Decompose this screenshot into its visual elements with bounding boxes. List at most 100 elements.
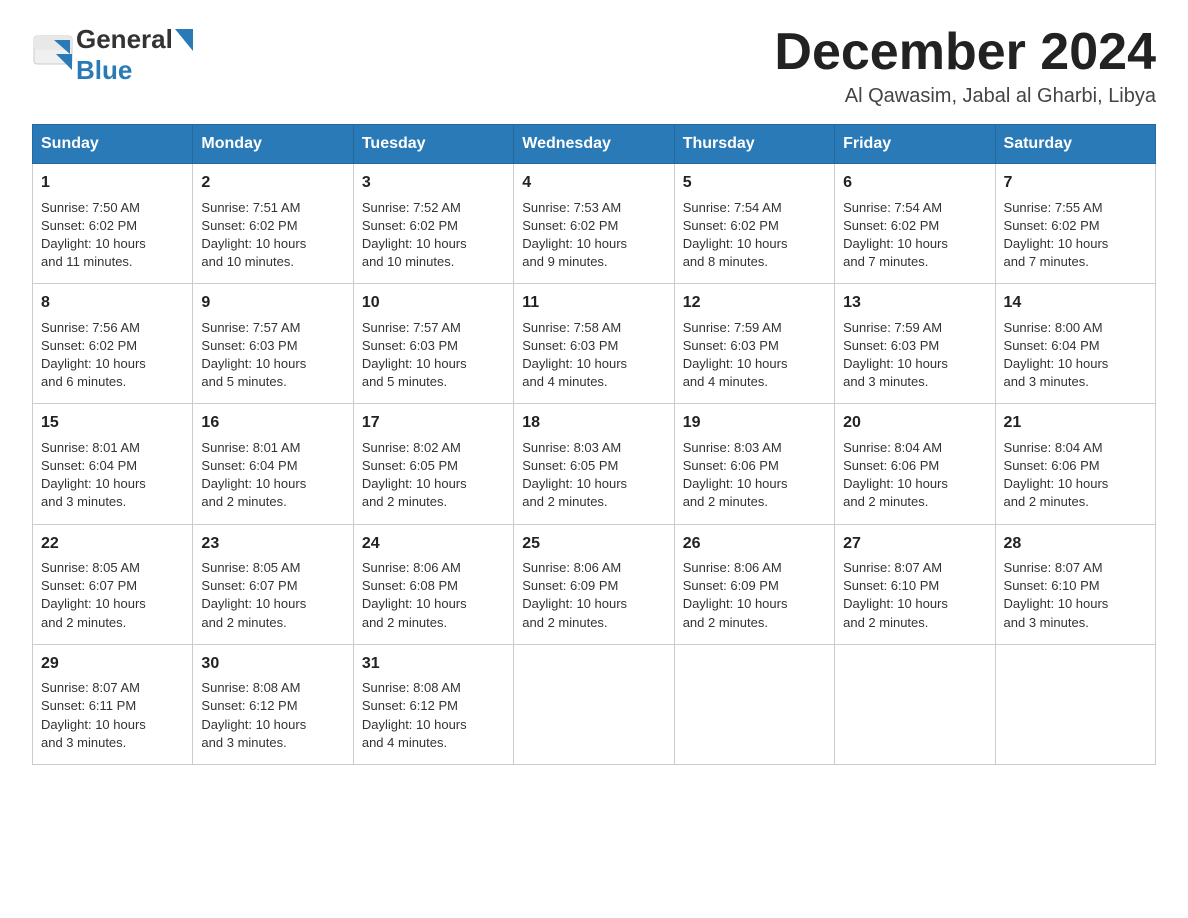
daylight-minutes: and 8 minutes.: [683, 254, 768, 269]
calendar-week-row: 15 Sunrise: 8:01 AM Sunset: 6:04 PM Dayl…: [33, 404, 1156, 524]
day-number: 18: [522, 412, 665, 434]
calendar-cell: 28 Sunrise: 8:07 AM Sunset: 6:10 PM Dayl…: [995, 524, 1155, 644]
sunset-label: Sunset: 6:06 PM: [843, 458, 939, 473]
calendar-table: SundayMondayTuesdayWednesdayThursdayFrid…: [32, 124, 1156, 765]
daylight-minutes: and 3 minutes.: [201, 735, 286, 750]
sunrise-label: Sunrise: 8:05 AM: [201, 560, 300, 575]
calendar-cell: 3 Sunrise: 7:52 AM Sunset: 6:02 PM Dayli…: [353, 164, 513, 284]
calendar-cell: 23 Sunrise: 8:05 AM Sunset: 6:07 PM Dayl…: [193, 524, 353, 644]
daylight-label: Daylight: 10 hours: [683, 236, 788, 251]
sunrise-label: Sunrise: 8:03 AM: [522, 440, 621, 455]
calendar-cell: [514, 644, 674, 764]
calendar-cell: 10 Sunrise: 7:57 AM Sunset: 6:03 PM Dayl…: [353, 284, 513, 404]
daylight-label: Daylight: 10 hours: [362, 236, 467, 251]
logo: General Blue: [32, 24, 194, 86]
daylight-minutes: and 3 minutes.: [1004, 374, 1089, 389]
daylight-minutes: and 2 minutes.: [362, 615, 447, 630]
calendar-week-row: 29 Sunrise: 8:07 AM Sunset: 6:11 PM Dayl…: [33, 644, 1156, 764]
day-number: 1: [41, 172, 184, 194]
day-number: 20: [843, 412, 986, 434]
calendar-cell: 1 Sunrise: 7:50 AM Sunset: 6:02 PM Dayli…: [33, 164, 193, 284]
daylight-minutes: and 9 minutes.: [522, 254, 607, 269]
sunrise-label: Sunrise: 8:04 AM: [843, 440, 942, 455]
daylight-label: Daylight: 10 hours: [201, 236, 306, 251]
daylight-minutes: and 7 minutes.: [1004, 254, 1089, 269]
daylight-label: Daylight: 10 hours: [522, 236, 627, 251]
sunrise-label: Sunrise: 8:06 AM: [522, 560, 621, 575]
sunset-label: Sunset: 6:02 PM: [41, 218, 137, 233]
daylight-minutes: and 3 minutes.: [1004, 615, 1089, 630]
sunset-label: Sunset: 6:05 PM: [522, 458, 618, 473]
daylight-label: Daylight: 10 hours: [1004, 356, 1109, 371]
sunrise-label: Sunrise: 8:06 AM: [683, 560, 782, 575]
sunset-label: Sunset: 6:10 PM: [843, 578, 939, 593]
day-number: 16: [201, 412, 344, 434]
day-number: 8: [41, 292, 184, 314]
sunset-label: Sunset: 6:04 PM: [1004, 338, 1100, 353]
daylight-label: Daylight: 10 hours: [201, 717, 306, 732]
day-number: 6: [843, 172, 986, 194]
calendar-cell: 15 Sunrise: 8:01 AM Sunset: 6:04 PM Dayl…: [33, 404, 193, 524]
day-number: 30: [201, 653, 344, 675]
daylight-minutes: and 2 minutes.: [522, 615, 607, 630]
calendar-cell: 17 Sunrise: 8:02 AM Sunset: 6:05 PM Dayl…: [353, 404, 513, 524]
sunrise-label: Sunrise: 7:54 AM: [843, 200, 942, 215]
sunrise-label: Sunrise: 7:51 AM: [201, 200, 300, 215]
daylight-label: Daylight: 10 hours: [843, 596, 948, 611]
sunrise-label: Sunrise: 7:57 AM: [362, 320, 461, 335]
calendar-cell: [835, 644, 995, 764]
daylight-minutes: and 2 minutes.: [683, 615, 768, 630]
sunrise-label: Sunrise: 7:57 AM: [201, 320, 300, 335]
daylight-label: Daylight: 10 hours: [362, 476, 467, 491]
logo-blue-text: Blue: [76, 55, 132, 85]
day-number: 25: [522, 533, 665, 555]
daylight-minutes: and 3 minutes.: [843, 374, 928, 389]
sunrise-label: Sunrise: 7:55 AM: [1004, 200, 1103, 215]
sunset-label: Sunset: 6:02 PM: [201, 218, 297, 233]
day-number: 7: [1004, 172, 1147, 194]
sunset-label: Sunset: 6:02 PM: [843, 218, 939, 233]
calendar-cell: 13 Sunrise: 7:59 AM Sunset: 6:03 PM Dayl…: [835, 284, 995, 404]
calendar-cell: 6 Sunrise: 7:54 AM Sunset: 6:02 PM Dayli…: [835, 164, 995, 284]
sunrise-label: Sunrise: 8:07 AM: [843, 560, 942, 575]
day-number: 11: [522, 292, 665, 314]
daylight-label: Daylight: 10 hours: [362, 356, 467, 371]
sunset-label: Sunset: 6:11 PM: [41, 698, 136, 713]
day-number: 27: [843, 533, 986, 555]
calendar-cell: 25 Sunrise: 8:06 AM Sunset: 6:09 PM Dayl…: [514, 524, 674, 644]
sunrise-label: Sunrise: 7:58 AM: [522, 320, 621, 335]
sunrise-label: Sunrise: 7:52 AM: [362, 200, 461, 215]
sunset-label: Sunset: 6:10 PM: [1004, 578, 1100, 593]
daylight-minutes: and 11 minutes.: [41, 254, 133, 269]
sunset-label: Sunset: 6:12 PM: [201, 698, 297, 713]
sunrise-label: Sunrise: 7:59 AM: [843, 320, 942, 335]
calendar-cell: [995, 644, 1155, 764]
sunset-label: Sunset: 6:03 PM: [683, 338, 779, 353]
sunset-label: Sunset: 6:08 PM: [362, 578, 458, 593]
daylight-label: Daylight: 10 hours: [201, 356, 306, 371]
daylight-minutes: and 4 minutes.: [683, 374, 768, 389]
sunset-label: Sunset: 6:06 PM: [683, 458, 779, 473]
daylight-minutes: and 2 minutes.: [522, 494, 607, 509]
day-number: 10: [362, 292, 505, 314]
daylight-minutes: and 5 minutes.: [362, 374, 447, 389]
sunset-label: Sunset: 6:03 PM: [362, 338, 458, 353]
daylight-label: Daylight: 10 hours: [201, 476, 306, 491]
sunset-label: Sunset: 6:03 PM: [201, 338, 297, 353]
day-of-week-header: Saturday: [995, 125, 1155, 164]
daylight-minutes: and 3 minutes.: [41, 735, 126, 750]
sunrise-label: Sunrise: 8:03 AM: [683, 440, 782, 455]
calendar-cell: 4 Sunrise: 7:53 AM Sunset: 6:02 PM Dayli…: [514, 164, 674, 284]
daylight-label: Daylight: 10 hours: [683, 356, 788, 371]
daylight-minutes: and 2 minutes.: [843, 494, 928, 509]
sunset-label: Sunset: 6:07 PM: [201, 578, 297, 593]
calendar-cell: 8 Sunrise: 7:56 AM Sunset: 6:02 PM Dayli…: [33, 284, 193, 404]
daylight-minutes: and 6 minutes.: [41, 374, 126, 389]
sunrise-label: Sunrise: 7:53 AM: [522, 200, 621, 215]
calendar-week-row: 22 Sunrise: 8:05 AM Sunset: 6:07 PM Dayl…: [33, 524, 1156, 644]
sunrise-label: Sunrise: 8:01 AM: [201, 440, 300, 455]
sunrise-label: Sunrise: 8:04 AM: [1004, 440, 1103, 455]
sunrise-label: Sunrise: 8:02 AM: [362, 440, 461, 455]
daylight-label: Daylight: 10 hours: [1004, 236, 1109, 251]
daylight-minutes: and 5 minutes.: [201, 374, 286, 389]
